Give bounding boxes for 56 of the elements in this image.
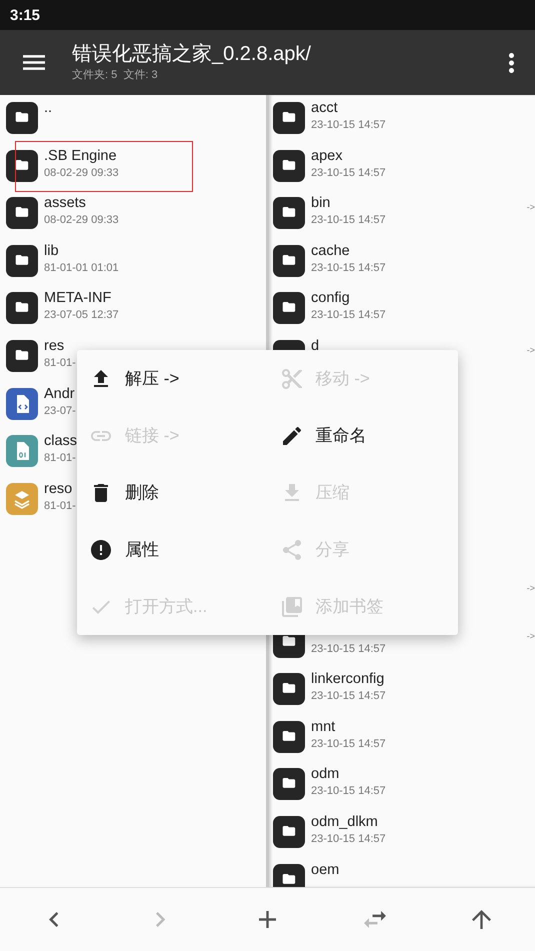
file-date: 23-10-15 14:57 — [311, 784, 386, 798]
scissors-icon — [280, 366, 304, 390]
file-date: 08-02-29 09:33 — [44, 166, 119, 180]
layers-icon — [6, 482, 38, 515]
menu-item[interactable]: 删除 — [77, 464, 268, 521]
file-name[interactable]: bin — [311, 194, 330, 214]
file-date: 23-10-15 14:57 — [311, 689, 386, 704]
file-date: 23-10-15 14:57 — [311, 166, 386, 180]
file-date: 23-10-15 14:57 — [311, 213, 386, 228]
clock-time: 3:15 — [10, 6, 40, 24]
path-title: 错误化恶搞之家_0.2.8.apk/ — [72, 42, 311, 66]
file-name[interactable]: cache — [311, 242, 350, 261]
file-date: 23-10-15 14:57 — [311, 260, 386, 275]
file-name[interactable]: META-INF — [44, 289, 112, 308]
file-date: 08-02-29 09:33 — [44, 213, 119, 228]
file-name[interactable]: linkerconfig — [311, 670, 384, 690]
file-date: 81-01- — [44, 498, 76, 513]
menu-item[interactable]: 属性 — [77, 521, 268, 578]
more-icon — [508, 52, 514, 72]
menu-icon — [23, 55, 45, 70]
file-date: 23-10-15 14:57 — [311, 736, 386, 751]
file-name[interactable]: apex — [311, 146, 342, 166]
file-name[interactable]: odm — [311, 765, 340, 784]
file-date: 81-01- — [44, 451, 76, 466]
menu-item[interactable]: 解压 -> — [77, 350, 268, 407]
file-name[interactable]: res — [44, 336, 64, 356]
code-file-icon — [6, 388, 38, 420]
file-date: 23-10-15 14:57 — [311, 642, 386, 656]
file-name[interactable]: mnt — [311, 718, 336, 737]
file-date: 23-07-05 12:37 — [44, 308, 119, 322]
file-date: 23-10-15 14:57 — [311, 308, 386, 322]
binary-file-icon — [6, 435, 38, 468]
file-date: 23-10-15 14:57 — [311, 118, 386, 132]
file-name[interactable]: class — [44, 432, 78, 452]
file-name[interactable]: assets — [44, 194, 86, 214]
file-name[interactable]: oem — [311, 860, 340, 880]
symlink-arrow: -> — [526, 344, 535, 355]
exclamation-icon — [89, 538, 113, 562]
file-date: 81-01- — [44, 356, 76, 370]
file-name[interactable]: reso — [44, 480, 72, 499]
file-date: 23-10-15 14:57 — [311, 832, 386, 846]
file-name[interactable]: Andr — [44, 384, 75, 404]
file-name[interactable]: odm_dlkm — [311, 812, 378, 832]
menu-item[interactable]: 重命名 — [268, 407, 458, 464]
symlink-arrow: -> — [526, 582, 535, 593]
file-name[interactable]: .SB Engine — [44, 146, 117, 166]
file-name[interactable]: .. — [44, 99, 52, 118]
file-date: 23-07- — [44, 404, 76, 418]
file-date: 81-01-01 01:01 — [44, 260, 119, 275]
file-name[interactable]: config — [311, 289, 350, 308]
bookmark-stack-icon — [280, 594, 304, 618]
item-count: 文件夹: 5 文件: 3 — [72, 68, 159, 83]
symlink-arrow: -> — [526, 630, 535, 641]
file-name[interactable]: acct — [311, 99, 338, 118]
symlink-arrow: -> — [526, 202, 535, 212]
file-name[interactable]: lib — [44, 242, 59, 261]
